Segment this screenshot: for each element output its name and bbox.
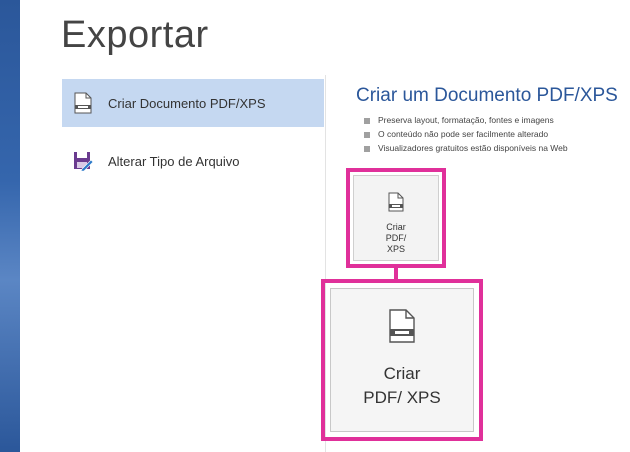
list-item: Preserva layout, formatação, fontes e im… xyxy=(364,113,568,127)
section-title: Criar um Documento PDF/XPS xyxy=(356,85,618,106)
create-pdf-xps-button[interactable]: Criar PDF/ XPS xyxy=(353,175,439,261)
nav-item-label: Criar Documento PDF/XPS xyxy=(108,95,266,111)
pdf-document-icon xyxy=(72,91,94,115)
list-item-text: O conteúdo não pode ser facilmente alter… xyxy=(378,129,549,139)
feature-list: Preserva layout, formatação, fontes e im… xyxy=(364,113,568,155)
page-title: Exportar xyxy=(61,14,209,56)
button-label: Criar PDF/ XPS xyxy=(385,222,407,254)
nav-item-change-file-type[interactable]: Alterar Tipo de Arquivo xyxy=(62,137,324,185)
nav-item-label: Alterar Tipo de Arquivo xyxy=(108,153,240,169)
list-item-text: Preserva layout, formatação, fontes e im… xyxy=(378,115,554,125)
pdf-document-icon xyxy=(389,309,415,348)
list-item: O conteúdo não pode ser facilmente alter… xyxy=(364,127,568,141)
bullet-icon xyxy=(364,145,370,152)
backstage-left-bar xyxy=(0,0,20,452)
list-item-text: Visualizadores gratuitos estão disponíve… xyxy=(378,143,568,153)
bullet-icon xyxy=(364,117,370,124)
bullet-icon xyxy=(364,131,370,138)
highlight-connector xyxy=(394,268,398,279)
button-label: Criar PDF/ XPS xyxy=(363,364,441,407)
nav-item-create-pdf-xps[interactable]: Criar Documento PDF/XPS xyxy=(62,79,324,127)
save-as-file-type-icon xyxy=(72,149,94,173)
pdf-document-icon xyxy=(388,192,404,217)
list-item: Visualizadores gratuitos estão disponíve… xyxy=(364,141,568,155)
create-pdf-xps-button-zoomed[interactable]: Criar PDF/ XPS xyxy=(330,288,474,432)
